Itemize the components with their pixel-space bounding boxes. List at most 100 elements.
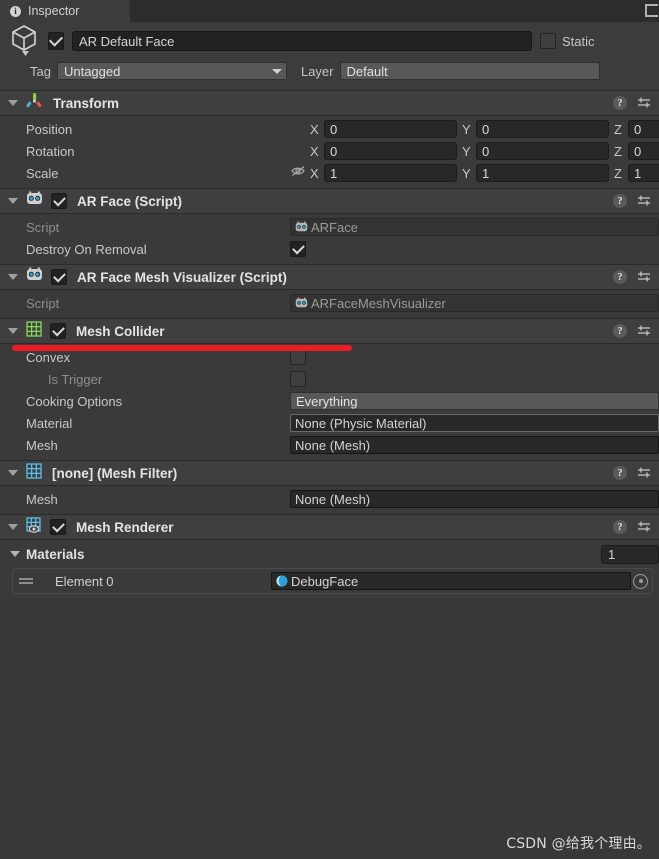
convex-label: Convex (26, 349, 71, 365)
object-header: AR Default Face Static Tag Untagged Laye… (0, 22, 659, 90)
mesh-renderer-enabled-checkbox[interactable] (50, 519, 66, 535)
ar-face-script-row: Script ARFace (0, 216, 659, 238)
layer-dropdown[interactable]: Default (339, 62, 600, 80)
help-icon[interactable]: ? (613, 96, 627, 110)
static-checkbox[interactable] (540, 33, 556, 49)
tag-value: Untagged (63, 63, 121, 79)
collider-mesh-object-field[interactable]: None (Mesh) (290, 436, 659, 454)
component-body-transform: Position X 0 Y 0 Z 0 Rotation X 0 Y 0 Z … (0, 116, 659, 188)
mesh-grid-blue-icon (26, 462, 42, 484)
materials-array-header[interactable]: Materials 1 (0, 542, 659, 566)
foldout-arrow-icon[interactable] (8, 524, 18, 530)
position-x-input[interactable]: 0 (324, 120, 457, 138)
axis-x-label: X (310, 143, 319, 159)
foldout-arrow-icon[interactable] (8, 100, 18, 106)
rotation-z-input[interactable]: 0 (628, 142, 659, 160)
help-icon[interactable]: ? (613, 466, 627, 480)
object-picker-icon[interactable] (633, 573, 648, 589)
scale-z-input[interactable]: 1 (628, 164, 659, 182)
preset-icon[interactable] (637, 324, 651, 338)
collider-material-label: Material (26, 415, 73, 431)
script-robot-icon (26, 267, 43, 287)
scale-y-input[interactable]: 1 (476, 164, 609, 182)
element-material-object-field[interactable]: DebugFace (271, 572, 631, 590)
foldout-arrow-icon[interactable] (8, 274, 18, 280)
help-icon[interactable]: ? (613, 194, 627, 208)
foldout-arrow-icon[interactable] (8, 198, 18, 204)
component-header-mesh-renderer[interactable]: Mesh Renderer ? (0, 514, 659, 540)
ar-face-enabled-checkbox[interactable] (51, 193, 67, 209)
eye-off-icon[interactable] (290, 164, 308, 183)
object-enabled-checkbox[interactable] (48, 32, 64, 50)
collider-mesh-label: Mesh (26, 437, 58, 453)
convex-checkbox[interactable] (290, 349, 306, 365)
script-object-field: ARFace (290, 218, 659, 236)
material-sphere-icon (276, 575, 288, 587)
materials-label: Materials (26, 546, 85, 562)
preset-icon[interactable] (637, 270, 651, 284)
tab-inspector[interactable]: i Inspector (0, 0, 130, 22)
foldout-arrow-icon[interactable] (10, 551, 20, 557)
component-header-transform[interactable]: Transform ? (0, 90, 659, 116)
component-title-mesh-collider: Mesh Collider (76, 323, 165, 339)
tab-inspector-label: Inspector (28, 4, 80, 18)
static-toggle[interactable]: Static (540, 33, 595, 49)
tab-bar: i Inspector (0, 0, 659, 22)
mesh-visualizer-enabled-checkbox[interactable] (51, 269, 67, 285)
component-body-ar-face-mesh-visualizer: Script ARFaceMeshVisualizer (0, 290, 659, 318)
scale-x-input[interactable]: 1 (324, 164, 457, 182)
preset-icon[interactable] (637, 520, 651, 534)
script-robot-icon (295, 297, 308, 309)
component-title-ar-face-mesh-visualizer: AR Face Mesh Visualizer (Script) (77, 269, 287, 285)
tag-dropdown[interactable]: Untagged (56, 62, 287, 80)
transform-scale-row: Scale X 1 Y 1 Z 1 (0, 162, 659, 184)
mesh-grid-green-icon (26, 320, 42, 342)
component-body-ar-face: Script ARFace Destroy On Removal (0, 214, 659, 264)
mesh-collider-enabled-checkbox[interactable] (50, 323, 66, 339)
tag-layer-row: Tag Untagged Layer Default (0, 60, 659, 82)
help-icon[interactable]: ? (613, 324, 627, 338)
cooking-options-dropdown[interactable]: Everything (290, 392, 659, 410)
rotation-y-input[interactable]: 0 (476, 142, 609, 160)
info-icon: i (10, 5, 21, 17)
scale-label: Scale (26, 165, 59, 181)
preset-icon[interactable] (637, 96, 651, 110)
destroy-on-removal-checkbox[interactable] (290, 241, 306, 257)
inspector-window: i Inspector AR Default Face Static Tag U… (0, 0, 659, 859)
foldout-arrow-icon[interactable] (8, 328, 18, 334)
preset-icon[interactable] (637, 194, 651, 208)
axis-z-label: Z (614, 121, 622, 137)
collider-material-object-field[interactable]: None (Physic Material) (290, 414, 659, 432)
destroy-on-removal-row: Destroy On Removal (0, 238, 659, 260)
component-header-ar-face-mesh-visualizer[interactable]: AR Face Mesh Visualizer (Script) ? (0, 264, 659, 290)
component-header-ar-face[interactable]: AR Face (Script) ? (0, 188, 659, 214)
static-label: Static (562, 33, 595, 49)
component-header-mesh-collider[interactable]: Mesh Collider ? (0, 318, 659, 344)
object-name-input[interactable]: AR Default Face (72, 31, 532, 51)
mesh-filter-mesh-row: Mesh None (Mesh) (0, 488, 659, 510)
material-element-row: Element 0 DebugFace (12, 568, 653, 594)
rotation-x-input[interactable]: 0 (324, 142, 457, 160)
position-z-input[interactable]: 0 (628, 120, 659, 138)
tag-label: Tag (30, 63, 51, 79)
help-icon[interactable]: ? (613, 270, 627, 284)
mesh-visualizer-script-row: Script ARFaceMeshVisualizer (0, 292, 659, 314)
drag-handle-icon[interactable] (19, 576, 33, 587)
watermark: CSDN @给我个理由。 (506, 836, 651, 852)
is-trigger-row: Is Trigger (0, 368, 659, 390)
position-y-input[interactable]: 0 (476, 120, 609, 138)
script-robot-icon (26, 191, 43, 211)
transform-rotation-row: Rotation X 0 Y 0 Z 0 (0, 140, 659, 162)
component-header-mesh-filter[interactable]: [none] (Mesh Filter) ? (0, 460, 659, 486)
axis-y-label: Y (462, 121, 471, 137)
help-icon[interactable]: ? (613, 520, 627, 534)
mesh-filter-mesh-object-field[interactable]: None (Mesh) (290, 490, 659, 508)
foldout-arrow-icon[interactable] (8, 470, 18, 476)
preset-icon[interactable] (637, 466, 651, 480)
component-title-ar-face: AR Face (Script) (77, 193, 183, 209)
red-annotation-underline (12, 345, 352, 351)
axis-y-label: Y (462, 165, 471, 181)
materials-count-input[interactable]: 1 (601, 544, 659, 564)
lock-icon[interactable] (645, 4, 658, 17)
mesh-renderer-icon (26, 516, 42, 538)
